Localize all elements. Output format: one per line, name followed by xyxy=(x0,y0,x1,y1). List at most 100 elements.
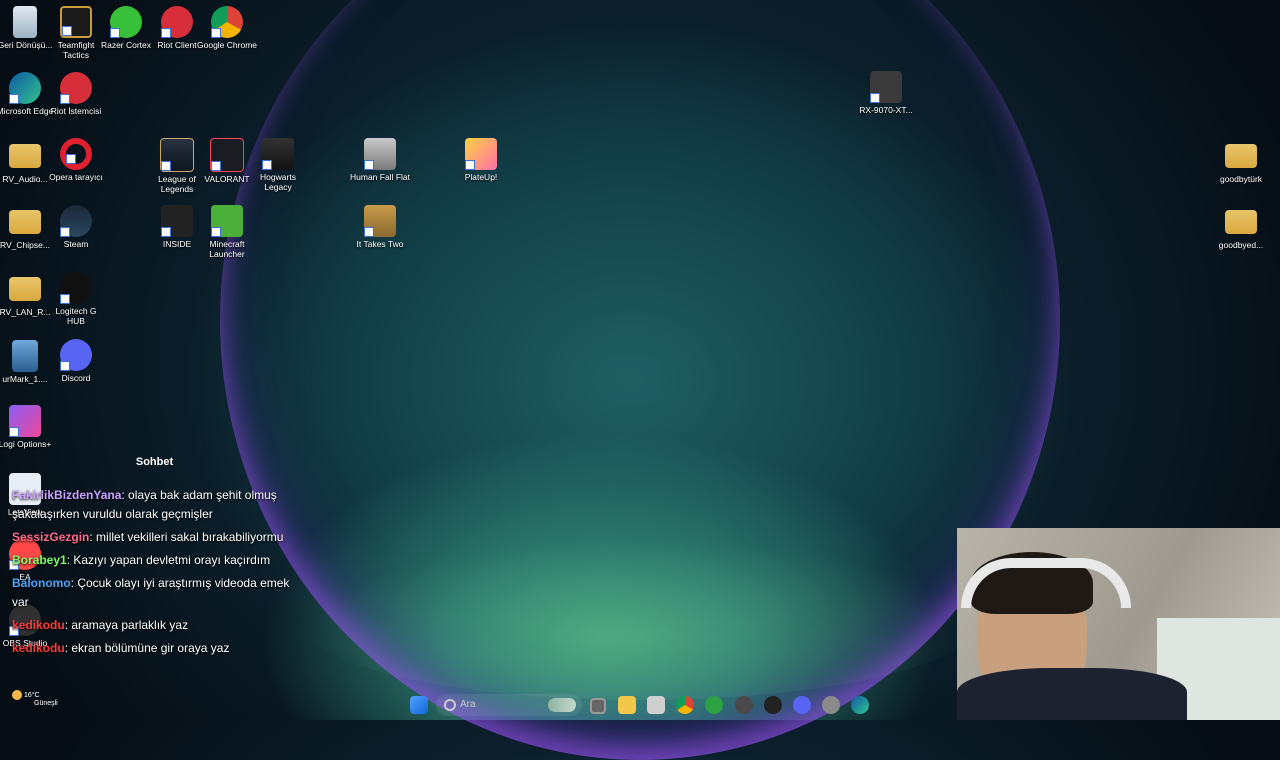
desktop-icon-it-takes-two[interactable]: It Takes Two xyxy=(350,205,410,249)
it-takes-two-icon xyxy=(364,205,396,237)
chat-text: : aramaya parlaklık yaz xyxy=(64,618,189,632)
desktop-icon-label: Logitech G HUB xyxy=(55,306,97,326)
desktop-icon-label: Logi Options+ xyxy=(0,439,52,449)
chrome-taskbar-icon[interactable] xyxy=(676,696,694,714)
desktop-icon-label: goodbytürk xyxy=(1219,174,1263,184)
desktop-icon-label: Google Chrome xyxy=(197,40,258,50)
desktop-icon-logi-options[interactable]: Logi Options+ xyxy=(0,405,55,449)
desktop-icon-hogwarts[interactable]: Hogwarts Legacy xyxy=(248,138,308,192)
desktop-icon-plateup[interactable]: PlateUp! xyxy=(451,138,511,182)
wallpaper-bloom xyxy=(220,0,1060,760)
store-icon[interactable] xyxy=(647,696,665,714)
edge-taskbar-icon[interactable] xyxy=(851,696,869,714)
settings-icon[interactable] xyxy=(822,696,840,714)
recycle-bin-icon xyxy=(13,6,37,38)
desktop-icon-label: goodbyed... xyxy=(1218,240,1264,250)
logi-options-icon xyxy=(9,405,41,437)
desktop-icon-steam[interactable]: Steam xyxy=(46,205,106,249)
edge-icon xyxy=(9,72,41,104)
desktop-icon-minecraft[interactable]: Minecraft Launcher xyxy=(197,205,257,259)
lol-icon xyxy=(160,138,194,172)
desktop-icon-label: Hogwarts Legacy xyxy=(260,172,296,192)
webcam-overlay xyxy=(957,528,1280,720)
taskbar: Ara xyxy=(404,690,884,720)
weather-widget[interactable]: 16°C Güneşli xyxy=(12,690,58,707)
chat-text: : ekran bölümüne gir oraya yaz xyxy=(64,641,230,655)
weather-desc: Güneşli xyxy=(34,700,58,707)
folder-icon xyxy=(9,210,41,234)
minecraft-icon xyxy=(211,205,243,237)
desktop-icon-goodbyturk[interactable]: goodbytürk xyxy=(1211,140,1271,184)
desktop-icon-discord[interactable]: Discord xyxy=(46,339,106,383)
discord-icon xyxy=(60,339,92,371)
desktop-icon-label: Discord xyxy=(61,373,91,383)
desktop-icon-label: Opera tarayıcı xyxy=(49,172,103,182)
opera-icon xyxy=(60,138,92,170)
amd-icon xyxy=(870,71,902,103)
chat-messages: FakirlikBizdenYana: olaya bak adam şehit… xyxy=(8,486,308,658)
steam-icon xyxy=(60,205,92,237)
search-box[interactable]: Ara xyxy=(436,694,582,716)
webcam-person-shirt xyxy=(957,668,1187,720)
start-button[interactable] xyxy=(410,696,428,714)
task-view-icon[interactable] xyxy=(590,698,606,714)
discord-taskbar-icon[interactable] xyxy=(793,696,811,714)
human-fall-flat-icon xyxy=(364,138,396,170)
file-explorer-icon[interactable] xyxy=(618,696,636,714)
chat-username: kedikodu xyxy=(12,641,65,655)
logitech-taskbar-icon[interactable] xyxy=(764,696,782,714)
chat-message: Borabey1: Kazıyı yapan devletmi orayı ka… xyxy=(8,551,308,570)
weather-temp: 16°C xyxy=(23,691,40,699)
chrome-icon xyxy=(211,6,243,38)
desktop-icon-label: Steam xyxy=(63,239,89,249)
desktop-icon-human-fall-flat[interactable]: Human Fall Flat xyxy=(350,138,410,182)
desktop-icon-label: Riot İstemcisi xyxy=(50,106,102,116)
inside-icon xyxy=(161,205,193,237)
tft-icon xyxy=(60,6,92,38)
chat-text: : Kazıyı yapan devletmi orayı kaçırdım xyxy=(66,553,271,567)
folder-icon xyxy=(9,277,41,301)
search-icon xyxy=(444,699,456,711)
folder-icon xyxy=(1225,144,1257,168)
search-placeholder: Ara xyxy=(460,699,476,710)
desktop-icon-label: RX-9070-XT... xyxy=(859,105,913,115)
chat-message: kedikodu: aramaya parlaklık yaz xyxy=(8,616,308,635)
search-highlight-icon xyxy=(548,698,576,712)
valorant-icon xyxy=(210,138,244,172)
xbox-icon[interactable] xyxy=(705,696,723,714)
chat-message: Balonomo: Çocuk olayı iyi araştırmış vid… xyxy=(8,574,308,612)
desktop-icon-label: PlateUp! xyxy=(464,172,498,182)
riot-client-icon xyxy=(161,6,193,38)
hogwarts-icon xyxy=(262,138,294,170)
folder-icon xyxy=(1225,210,1257,234)
logitech-icon xyxy=(60,272,92,304)
desktop-icon-chrome[interactable]: Google Chrome xyxy=(197,6,257,50)
folder-icon xyxy=(9,144,41,168)
desktop-icon-label: Minecraft Launcher xyxy=(209,239,245,259)
riot-client-icon xyxy=(60,72,92,104)
chat-message: kedikodu: ekran bölümüne gir oraya yaz xyxy=(8,639,308,658)
razer-taskbar-icon[interactable] xyxy=(735,696,753,714)
desktop-icon-logitech-ghub[interactable]: Logitech G HUB xyxy=(46,272,106,326)
headphones-icon xyxy=(961,558,1131,608)
desktop-icon-label: Human Fall Flat xyxy=(350,172,410,182)
razer-cortex-icon xyxy=(110,6,142,38)
chat-username: Borabey1 xyxy=(12,553,67,567)
chat-message: FakirlikBizdenYana: olaya bak adam şehit… xyxy=(8,486,308,524)
download-icon xyxy=(12,340,38,372)
weather-sun-icon xyxy=(12,690,22,700)
chat-text: : millet vekilleri sakal bırakabiliyormu xyxy=(89,530,284,544)
chat-username: Balonomo xyxy=(12,576,71,590)
desktop-icon-amd[interactable]: RX-9070-XT... xyxy=(856,71,916,115)
plateup-icon xyxy=(465,138,497,170)
desktop-icon-opera[interactable]: Opera tarayıcı xyxy=(46,138,106,182)
chat-username: FakirlikBizdenYana xyxy=(12,488,122,502)
desktop-icon-riot-istemcisi[interactable]: Riot İstemcisi xyxy=(46,72,106,116)
chat-title: Sohbet xyxy=(135,456,174,468)
chat-message: SessizGezgin: millet vekilleri sakal bır… xyxy=(8,528,308,547)
chat-overlay: Sohbet FakirlikBizdenYana: olaya bak ada… xyxy=(8,456,308,658)
chat-username: SessizGezgin xyxy=(12,530,90,544)
desktop-icon-label: It Takes Two xyxy=(356,239,404,249)
desktop-icon-goodbyed[interactable]: goodbyed... xyxy=(1211,206,1271,250)
chat-username: kedikodu xyxy=(12,618,65,632)
